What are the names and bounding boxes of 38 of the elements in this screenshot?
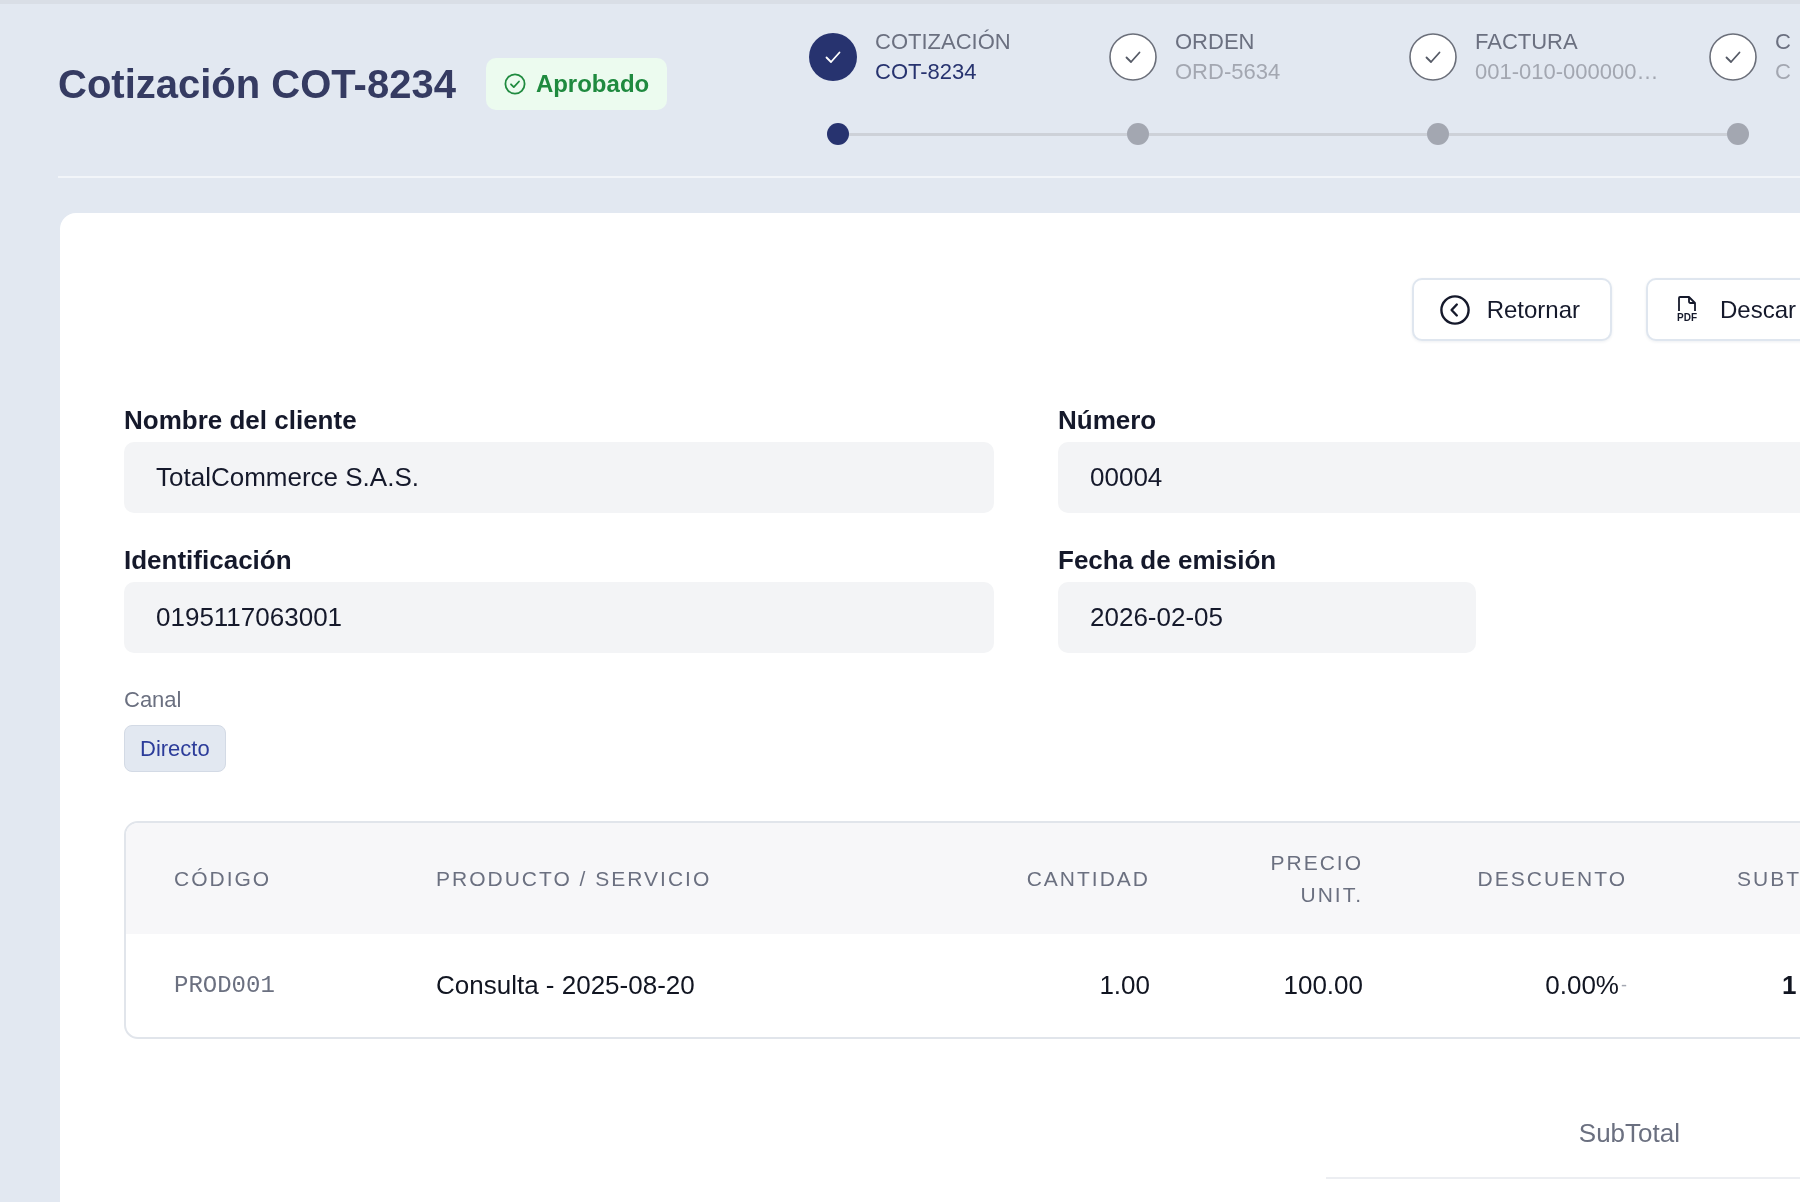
table-cell: 1	[1782, 970, 1797, 1001]
table-cell: 1.00	[1099, 970, 1150, 1001]
pdf-button[interactable]: PDF Descar	[1646, 278, 1800, 341]
step-label: C	[1775, 28, 1791, 56]
step-reference: COT-8234	[875, 58, 978, 86]
subtotal-label: SubTotal	[1578, 1118, 1680, 1148]
text-field[interactable]: 0195117063001	[124, 582, 994, 653]
column-header: SUBT	[1737, 865, 1800, 892]
table-cell: 100.00	[1283, 970, 1363, 1001]
step-reference: 001-010-000000…	[1475, 58, 1659, 86]
channel-tag: Directo	[124, 725, 226, 772]
step-label: FACTURA	[1475, 28, 1579, 56]
discount-dash: -	[1621, 975, 1627, 996]
date-field[interactable]: 2026-02-05	[1058, 582, 1476, 653]
channel-label: Canal	[124, 687, 182, 713]
column-header: DESCUENTO	[1477, 865, 1627, 892]
discount-value: 0.00%	[1545, 970, 1619, 1001]
field-label: Número	[1058, 405, 1157, 435]
field-label: Nombre del cliente	[124, 405, 357, 435]
column-header: CANTIDAD	[1026, 865, 1150, 892]
check-circle-icon	[503, 73, 526, 95]
back-button[interactable]: Retornar	[1411, 278, 1612, 341]
back-circle-icon	[1439, 294, 1470, 325]
text-field[interactable]: 00004	[1058, 442, 1800, 513]
column-header: CÓDIGO	[174, 865, 272, 892]
column-header: PRODUCTO / SERVICIO	[436, 865, 712, 892]
step-reference: ORD-5634	[1175, 58, 1281, 86]
page-title: Cotización COT-8234	[58, 61, 456, 108]
text-field[interactable]: TotalCommerce S.A.S.	[124, 442, 994, 513]
field-label: Identificación	[124, 545, 292, 575]
step-reference: C	[1775, 58, 1791, 86]
table-cell: Consulta - 2025-08-20	[436, 970, 695, 1001]
column-header: PRECIO UNIT.	[1269, 849, 1363, 908]
field-label: Fecha de emisión	[1058, 545, 1277, 575]
step-label: COTIZACIÓN	[875, 28, 1011, 56]
step-label: ORDEN	[1175, 28, 1256, 56]
status-text: Aprobado	[535, 70, 650, 98]
table-cell: PROD001	[174, 972, 275, 999]
